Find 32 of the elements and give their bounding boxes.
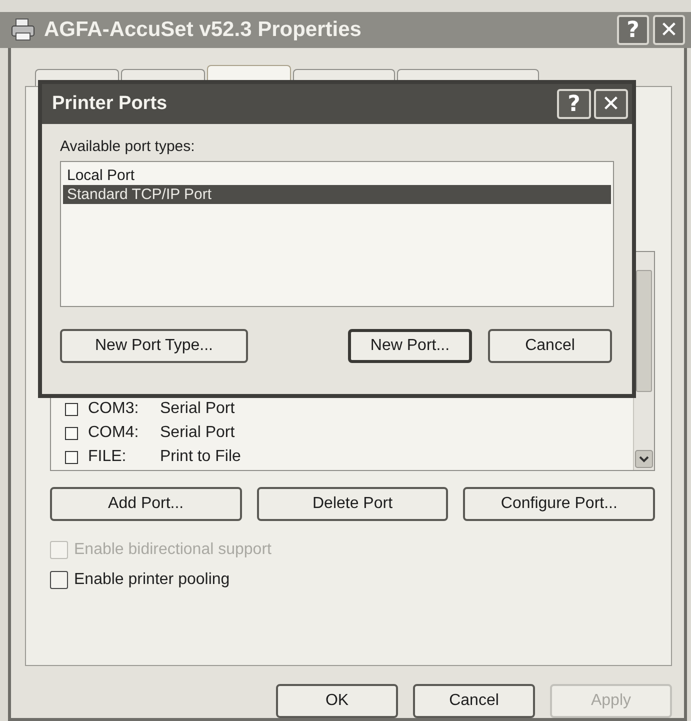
new-port-button[interactable]: New Port... bbox=[348, 329, 472, 363]
list-item[interactable]: Standard TCP/IP Port bbox=[63, 185, 611, 204]
configure-port-button[interactable]: Configure Port... bbox=[463, 487, 656, 521]
list-item[interactable]: Local Port bbox=[63, 166, 611, 185]
window-title: AGFA-AccuSet v52.3 Properties bbox=[44, 18, 362, 42]
ok-button[interactable]: OK bbox=[276, 684, 398, 718]
delete-port-button[interactable]: Delete Port bbox=[256, 487, 448, 521]
checkbox[interactable] bbox=[65, 426, 78, 440]
port-name: COM3: bbox=[88, 400, 140, 418]
cancel-button[interactable]: Cancel bbox=[413, 684, 535, 718]
cancel-button[interactable]: Cancel bbox=[488, 329, 612, 363]
checkbox[interactable] bbox=[65, 402, 78, 416]
close-button[interactable]: ✕ bbox=[653, 15, 685, 45]
checkbox[interactable] bbox=[65, 450, 78, 464]
list-label: Available port types: bbox=[60, 138, 196, 155]
port-description: Serial Port bbox=[160, 400, 235, 418]
close-button[interactable]: ✕ bbox=[594, 89, 628, 119]
scroll-down-button[interactable] bbox=[635, 450, 653, 468]
dialog-title: Printer Ports bbox=[52, 93, 168, 115]
help-button[interactable]: ? bbox=[617, 15, 649, 45]
add-port-button[interactable]: Add Port... bbox=[50, 487, 242, 521]
help-button[interactable]: ? bbox=[557, 89, 591, 119]
checkbox-label: Enable bidirectional support bbox=[74, 541, 272, 559]
port-description: Serial Port bbox=[160, 424, 235, 442]
port-name: FILE: bbox=[88, 448, 128, 466]
checkbox[interactable] bbox=[50, 571, 68, 589]
checkbox-label: Enable printer pooling bbox=[74, 571, 230, 589]
port-name: COM4: bbox=[88, 424, 140, 442]
new-port-type-button[interactable]: New Port Type... bbox=[60, 329, 248, 363]
printer-icon bbox=[10, 18, 36, 42]
port-description: Print to File bbox=[160, 448, 241, 466]
scrollbar[interactable] bbox=[633, 252, 654, 470]
